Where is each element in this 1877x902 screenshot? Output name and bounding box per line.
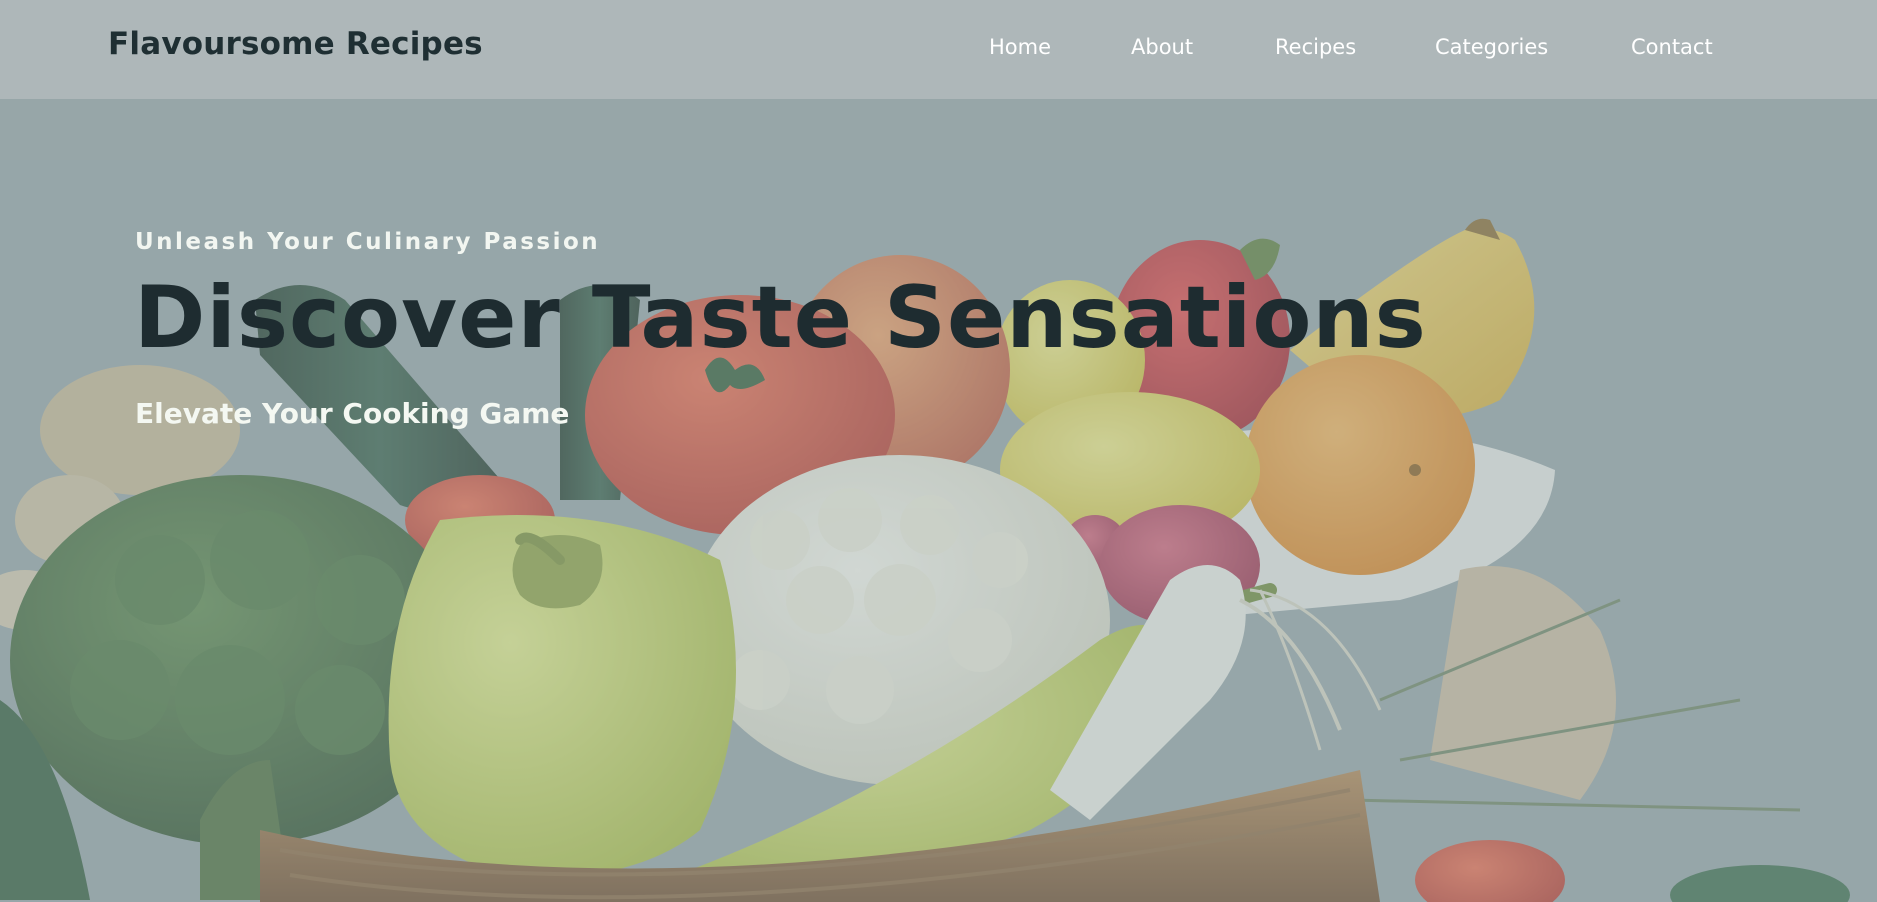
hero-eyebrow-text: Unleash Your Culinary Passion [135, 229, 601, 255]
hero-title: Discover Taste Sensations [134, 268, 1427, 368]
hero-background-image [0, 0, 1877, 902]
nav-link-contact[interactable]: Contact [1631, 35, 1713, 59]
nav-link-home[interactable]: Home [989, 35, 1051, 59]
top-navigation-bar: Flavoursome Recipes Home About Recipes C… [0, 0, 1877, 99]
hero-subtitle: Elevate Your Cooking Game [135, 397, 570, 430]
nav-link-categories[interactable]: Categories [1435, 35, 1548, 59]
nav-link-about[interactable]: About [1131, 35, 1193, 59]
nav-link-recipes[interactable]: Recipes [1275, 35, 1356, 59]
site-logo-text[interactable]: Flavoursome Recipes [108, 26, 483, 62]
